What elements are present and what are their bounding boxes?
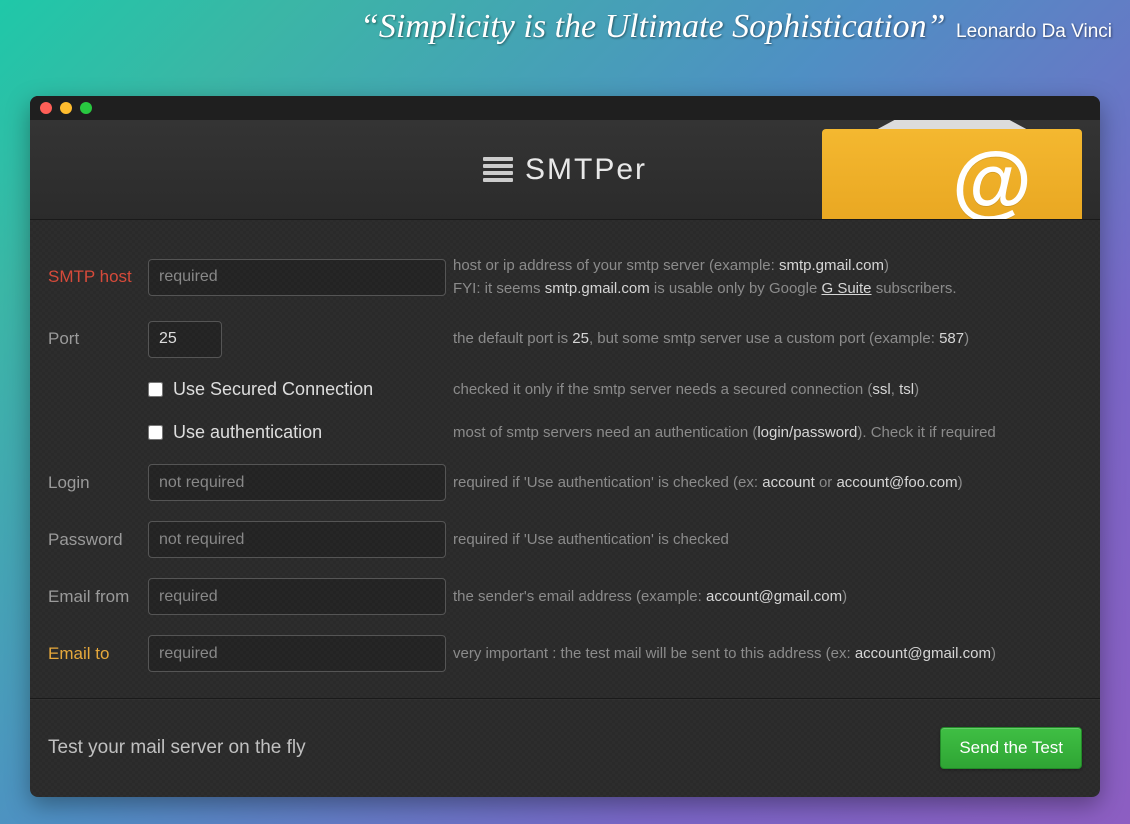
label-login: Login	[48, 473, 148, 493]
help-auth: most of smtp servers need an authenticat…	[453, 421, 1082, 444]
help-port: the default port is 25, but some smtp se…	[453, 327, 1082, 350]
header: SMTPer @	[30, 120, 1100, 220]
label-smtp-host: SMTP host	[48, 267, 148, 287]
help-password: required if 'Use authentication' is chec…	[453, 528, 1082, 551]
brand-name: SMTPer	[525, 153, 647, 187]
titlebar	[30, 96, 1100, 120]
quote-author: Leonardo Da Vinci	[956, 21, 1112, 42]
row-secure: Use Secured Connection checked it only i…	[48, 378, 1082, 401]
row-smtp-host: SMTP host host or ip address of your smt…	[48, 254, 1082, 301]
label-password: Password	[48, 530, 148, 550]
gsuite-link[interactable]: G Suite	[822, 280, 872, 297]
help-login: required if 'Use authentication' is chec…	[453, 471, 1082, 494]
row-auth: Use authentication most of smtp servers …	[48, 421, 1082, 444]
quote-text: “Simplicity is the Ultimate Sophisticati…	[360, 8, 946, 45]
send-test-button[interactable]: Send the Test	[940, 727, 1082, 769]
row-login: Login required if 'Use authentication' i…	[48, 464, 1082, 501]
help-email-from: the sender's email address (example: acc…	[453, 585, 1082, 608]
close-icon[interactable]	[40, 102, 52, 114]
label-port: Port	[48, 329, 148, 349]
label-email-from: Email from	[48, 587, 148, 607]
port-input[interactable]	[148, 321, 222, 358]
quote-bar: “Simplicity is the Ultimate Sophisticati…	[0, 0, 1130, 46]
email-from-input[interactable]	[148, 578, 446, 615]
row-email-from: Email from the sender's email address (e…	[48, 578, 1082, 615]
footer: Test your mail server on the fly Send th…	[30, 698, 1100, 797]
envelope-icon: @	[822, 120, 1082, 220]
minimize-icon[interactable]	[60, 102, 72, 114]
smtp-host-input[interactable]	[148, 259, 446, 296]
secure-checkbox[interactable]	[148, 382, 163, 397]
help-secure: checked it only if the smtp server needs…	[453, 378, 1082, 401]
smtp-form: SMTP host host or ip address of your smt…	[30, 220, 1100, 698]
row-port: Port the default port is 25, but some sm…	[48, 321, 1082, 358]
help-email-to: very important : the test mail will be s…	[453, 642, 1082, 665]
server-icon	[483, 157, 511, 183]
email-to-input[interactable]	[148, 635, 446, 672]
auth-checkbox[interactable]	[148, 425, 163, 440]
footer-cta: Test your mail server on the fly	[48, 737, 306, 759]
login-input[interactable]	[148, 464, 446, 501]
brand: SMTPer	[483, 153, 647, 187]
auth-label: Use authentication	[173, 422, 322, 443]
maximize-icon[interactable]	[80, 102, 92, 114]
help-smtp-host: host or ip address of your smtp server (…	[453, 254, 1082, 301]
row-password: Password required if 'Use authentication…	[48, 521, 1082, 558]
secure-label: Use Secured Connection	[173, 379, 373, 400]
row-email-to: Email to very important : the test mail …	[48, 635, 1082, 672]
password-input[interactable]	[148, 521, 446, 558]
app-window: SMTPer @ SMTP host host or ip address of…	[30, 96, 1100, 797]
label-email-to: Email to	[48, 644, 148, 664]
